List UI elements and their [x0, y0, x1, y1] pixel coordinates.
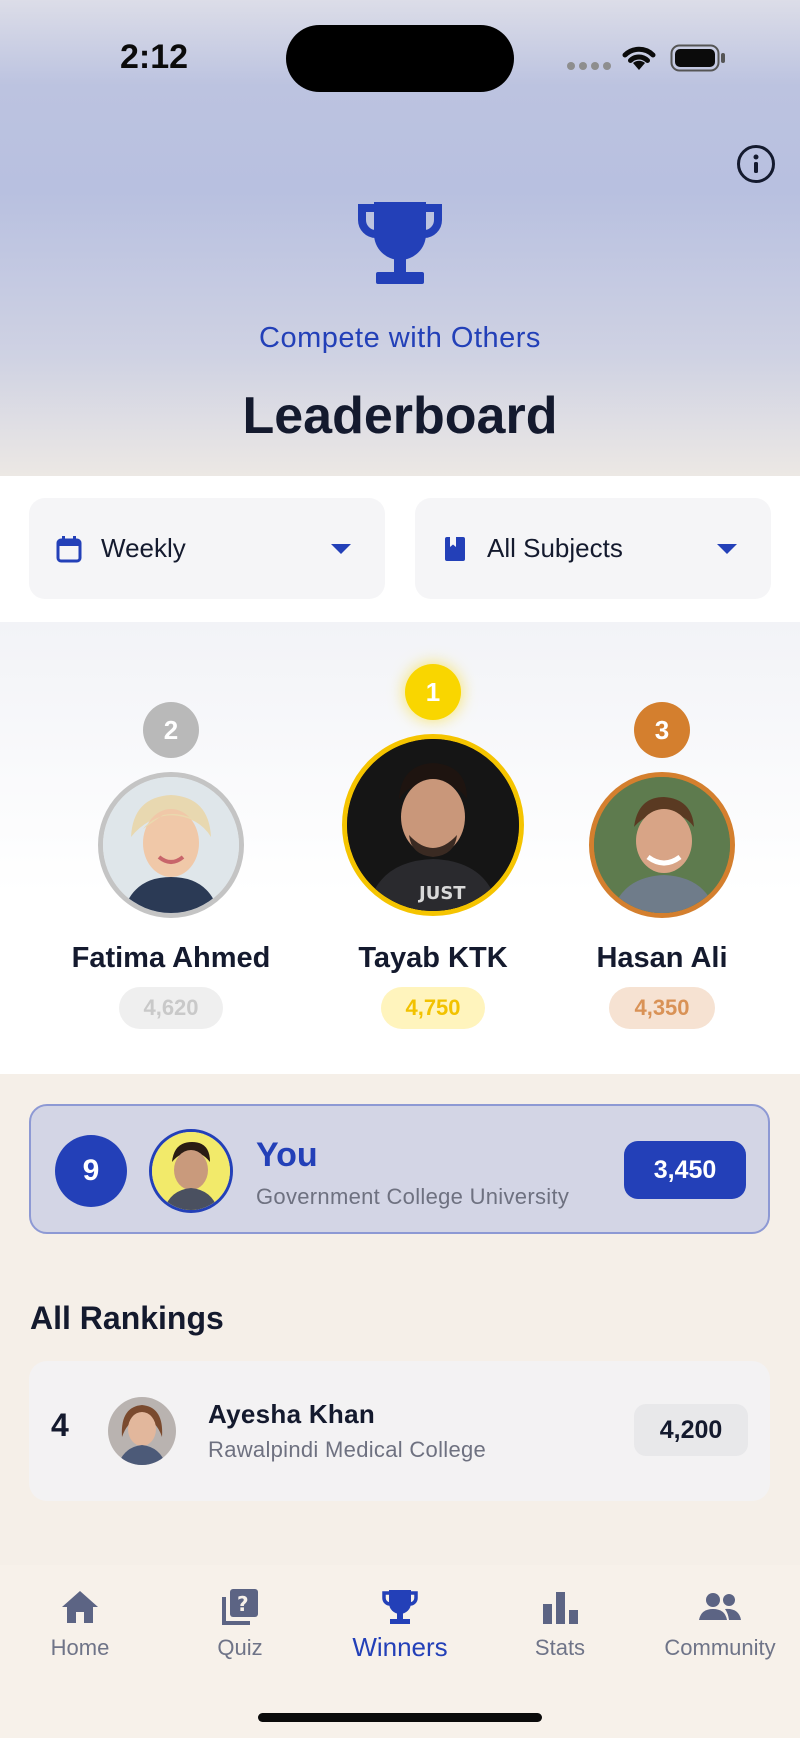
- current-user-score: 3,450: [624, 1141, 746, 1199]
- podium-score-first: 4,750: [381, 987, 485, 1029]
- rankings-title: All Rankings: [30, 1300, 224, 1336]
- podium-name-third: Hasan Ali: [596, 942, 728, 974]
- info-button[interactable]: [737, 145, 775, 183]
- rank-badge-1: 1: [405, 664, 461, 720]
- home-indicator: [258, 1713, 542, 1722]
- podium: 2 Fatima Ahmed 4,620 1 JUST Tayab KTK 4,…: [0, 622, 800, 1074]
- people-icon: [696, 1585, 744, 1629]
- ranking-row-score: 4,200: [634, 1404, 748, 1456]
- avatar-first[interactable]: JUST: [342, 734, 524, 916]
- current-user-name: You: [256, 1136, 318, 1174]
- svg-text:?: ?: [237, 1592, 249, 1616]
- tab-label: Stats: [534, 1635, 586, 1660]
- tab-home[interactable]: Home: [0, 1565, 160, 1675]
- current-user-college: Government College University: [256, 1184, 570, 1209]
- podium-name-second: Fatima Ahmed: [71, 942, 271, 974]
- period-dropdown[interactable]: Weekly: [29, 498, 385, 599]
- ranking-row-avatar: [108, 1397, 176, 1465]
- current-user-card[interactable]: 9 You Government College University 3,45…: [29, 1104, 770, 1234]
- period-value: Weekly: [101, 533, 186, 563]
- ranking-row[interactable]: 4 Ayesha Khan Rawalpindi Medical College…: [29, 1361, 770, 1501]
- page-title: Leaderboard: [242, 387, 558, 445]
- tab-quiz[interactable]: ? Quiz: [160, 1565, 320, 1675]
- status-time: 2:12: [120, 38, 189, 76]
- leaderboard-header: 2:12 Compete with Others Leaderboard: [0, 0, 800, 476]
- svg-text:JUST: JUST: [417, 883, 466, 904]
- tab-label: Winners: [352, 1632, 448, 1662]
- rank-badge-3: 3: [634, 702, 690, 758]
- header-subtitle: Compete with Others: [259, 322, 541, 354]
- filters-bar: Weekly All Subjects: [0, 476, 800, 622]
- chevron-down-icon: [717, 543, 737, 554]
- ranking-row-name: Ayesha Khan: [208, 1399, 376, 1429]
- trophy-icon: [376, 1585, 424, 1629]
- tab-label: Quiz: [217, 1635, 263, 1660]
- current-user-rank: 9: [55, 1135, 127, 1207]
- trophy-icon: [358, 202, 442, 284]
- tab-stats[interactable]: Stats: [480, 1565, 640, 1675]
- info-icon: [753, 154, 759, 173]
- subject-dropdown[interactable]: All Subjects: [415, 498, 771, 599]
- tab-community[interactable]: Community: [640, 1565, 800, 1675]
- calendar-icon: [55, 535, 83, 563]
- battery-icon: [670, 44, 725, 72]
- bar-chart-icon: [536, 1585, 584, 1629]
- podium-name-first: Tayab KTK: [358, 942, 508, 974]
- podium-score-third: 4,350: [609, 987, 715, 1029]
- book-icon: [441, 535, 469, 563]
- wifi-icon: [622, 46, 656, 70]
- tab-label: Home: [50, 1635, 110, 1660]
- ranking-row-rank: 4: [51, 1407, 69, 1443]
- tab-label: Community: [664, 1635, 776, 1660]
- avatar-third[interactable]: [589, 772, 735, 918]
- tab-winners[interactable]: Winners: [320, 1565, 480, 1675]
- quiz-icon: ?: [216, 1585, 264, 1629]
- current-user-avatar: [149, 1129, 233, 1213]
- chevron-down-icon: [331, 543, 351, 554]
- dynamic-island: [286, 25, 514, 92]
- rank-badge-2: 2: [143, 702, 199, 758]
- subject-value: All Subjects: [487, 533, 623, 563]
- ranking-row-college: Rawalpindi Medical College: [208, 1437, 487, 1462]
- avatar-second[interactable]: [98, 772, 244, 918]
- home-icon: [56, 1585, 104, 1629]
- podium-score-second: 4,620: [119, 987, 223, 1029]
- signal-icon: [567, 62, 611, 70]
